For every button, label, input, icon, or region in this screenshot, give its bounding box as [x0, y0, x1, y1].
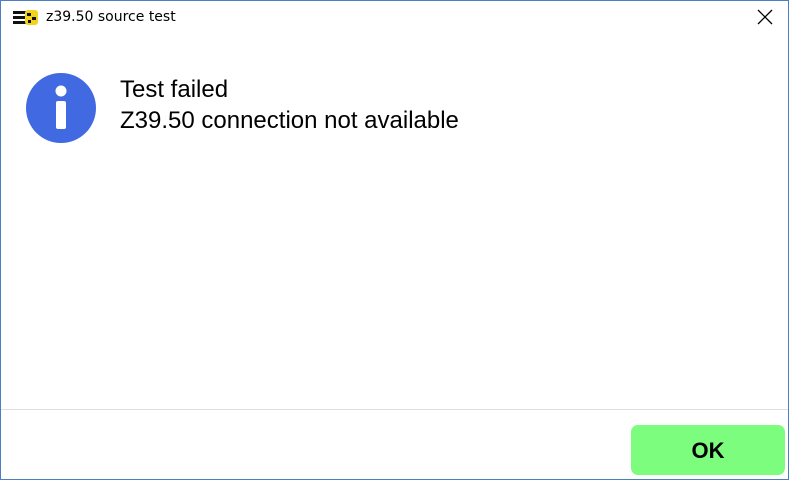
- window-title: z39.50 source test: [46, 9, 176, 25]
- message-text: Test failed Z39.50 connection not availa…: [120, 74, 459, 136]
- close-button[interactable]: [742, 1, 788, 33]
- info-icon: [26, 73, 96, 143]
- ok-button[interactable]: OK: [631, 425, 785, 475]
- message-title: Test failed: [120, 76, 229, 103]
- dialog-footer: OK: [1, 410, 788, 479]
- message-detail: Z39.50 connection not available: [120, 107, 459, 134]
- dialog-window: z39.50 source test Test failed Z39.50 co…: [0, 0, 789, 480]
- app-icon: [13, 10, 39, 26]
- close-icon: [757, 9, 773, 25]
- dialog-content: Test failed Z39.50 connection not availa…: [1, 33, 788, 409]
- title-bar[interactable]: z39.50 source test: [1, 1, 788, 33]
